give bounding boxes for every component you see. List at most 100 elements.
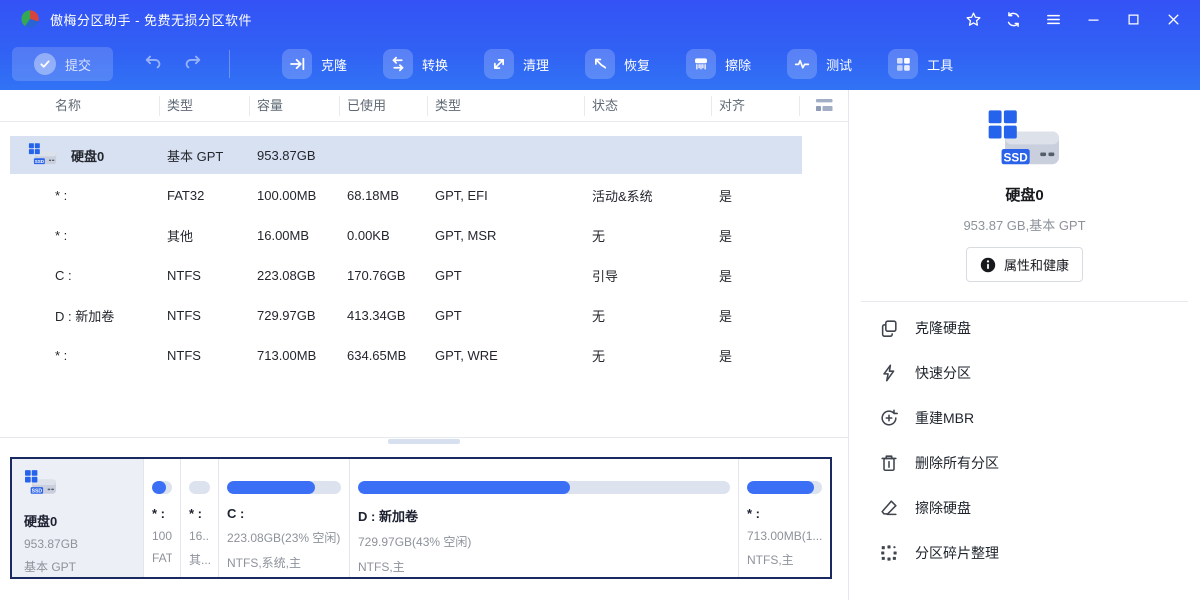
test-pulse-icon <box>787 49 817 79</box>
disk-map-partition-d[interactable]: D : 新加卷 729.97GB(43% 空闲) NTFS,主 <box>349 459 738 577</box>
action-label: 恢复 <box>624 55 650 74</box>
clean-action[interactable]: 清理 <box>478 45 555 83</box>
ssd-disk-icon-large <box>986 108 1064 176</box>
row-name: C : <box>0 268 160 283</box>
disk-map-partition[interactable]: * : 100... FAT... <box>143 459 180 577</box>
submit-label: 提交 <box>65 55 91 74</box>
maximize-icon[interactable] <box>1120 6 1146 32</box>
rebuild-mbr-icon <box>879 408 899 428</box>
column-header-status[interactable]: 状态 <box>585 96 712 116</box>
row-type: NTFS <box>160 348 250 363</box>
toolbar: 提交 克隆 <box>0 38 1200 90</box>
disk-map-partition-c[interactable]: C : 223.08GB(23% 空闲) NTFS,系统,主 <box>218 459 349 577</box>
window-title: 傲梅分区助手 - 免费无损分区软件 <box>50 10 252 29</box>
action-label: 测试 <box>826 55 852 74</box>
row-aligned: 是 <box>712 346 800 365</box>
convert-icon <box>383 49 413 79</box>
partition-label: * : <box>747 506 822 521</box>
table-row-partition[interactable]: * : NTFS 713.00MB 634.65MB GPT, WRE 无 是 <box>0 335 848 375</box>
partition-size: 729.97GB(43% 空闲) <box>358 533 730 550</box>
usage-bar <box>747 481 822 494</box>
row-capacity: 100.00MB <box>250 188 340 203</box>
lightning-icon <box>879 363 899 383</box>
submit-button[interactable]: 提交 <box>12 47 113 81</box>
action-label: 擦除 <box>725 55 751 74</box>
sidebar-item-clone-disk[interactable]: 克隆硬盘 <box>849 305 1200 350</box>
sidebar-item-label: 克隆硬盘 <box>915 318 971 338</box>
column-header-aligned[interactable]: 对齐 <box>712 96 800 116</box>
row-status: 无 <box>585 306 712 325</box>
disk-map-partition[interactable]: * : 713.00MB(1... NTFS,主 <box>738 459 830 577</box>
row-ptype: GPT <box>428 308 585 323</box>
row-type: 其他 <box>160 226 250 245</box>
clone-icon <box>282 49 312 79</box>
sidebar-item-label: 删除所有分区 <box>915 453 999 473</box>
table-row-disk0[interactable]: 硬盘0 基本 GPT 953.87GB <box>0 135 848 175</box>
sidebar-disk-name: 硬盘0 <box>1005 184 1043 205</box>
undo-button[interactable] <box>143 52 163 77</box>
minimize-icon[interactable] <box>1080 6 1106 32</box>
test-action[interactable]: 测试 <box>781 45 858 83</box>
properties-health-button[interactable]: 属性和健康 <box>966 247 1083 282</box>
sidebar-item-delete-all-partitions[interactable]: 删除所有分区 <box>849 440 1200 485</box>
table-row-partition[interactable]: * : 其他 16.00MB 0.00KB GPT, MSR 无 是 <box>0 215 848 255</box>
row-ptype: GPT, WRE <box>428 348 585 363</box>
partition-label: * : <box>189 506 210 521</box>
row-ptype: GPT <box>428 268 585 283</box>
menu-icon[interactable] <box>1040 6 1066 32</box>
row-used: 68.18MB <box>340 188 428 203</box>
sidebar-disk-info: 953.87 GB,基本 GPT <box>963 215 1085 234</box>
sidebar-item-quick-partition[interactable]: 快速分区 <box>849 350 1200 395</box>
erase-action[interactable]: 擦除 <box>680 45 757 83</box>
row-type: FAT32 <box>160 188 250 203</box>
update-sync-icon[interactable] <box>1000 6 1026 32</box>
disk-map-partition[interactable]: * : 16.... 其... <box>180 459 218 577</box>
table-row-partition-c[interactable]: C : NTFS 223.08GB 170.76GB GPT 引导 是 <box>0 255 848 295</box>
row-status: 无 <box>585 226 712 245</box>
redo-button[interactable] <box>183 52 203 77</box>
ssd-disk-icon <box>24 469 58 499</box>
column-header-used[interactable]: 已使用 <box>340 96 428 116</box>
row-aligned: 是 <box>712 266 800 285</box>
table-row-partition-d[interactable]: D : 新加卷 NTFS 729.97GB 413.34GB GPT 无 是 <box>0 295 848 335</box>
favorite-star-icon[interactable] <box>960 6 986 32</box>
row-aligned: 是 <box>712 226 800 245</box>
column-header-part-type[interactable]: 类型 <box>428 96 585 116</box>
close-icon[interactable] <box>1160 6 1186 32</box>
column-header-fs-type[interactable]: 类型 <box>160 96 250 116</box>
sidebar-item-defragment[interactable]: 分区碎片整理 <box>849 530 1200 575</box>
convert-action[interactable]: 转换 <box>377 45 454 83</box>
row-type: NTFS <box>160 308 250 323</box>
splitter-handle[interactable] <box>388 439 460 444</box>
table-row-partition[interactable]: * : FAT32 100.00MB 68.18MB GPT, EFI 活动&系… <box>0 175 848 215</box>
disk-map-panel: 硬盘0 953.87GB 基本 GPT * : 100... FAT... * … <box>10 457 832 579</box>
action-label: 清理 <box>523 55 549 74</box>
row-capacity: 729.97GB <box>250 308 340 323</box>
sidebar-item-wipe-disk[interactable]: 擦除硬盘 <box>849 485 1200 530</box>
column-header-capacity[interactable]: 容量 <box>250 96 340 116</box>
titlebar: 傲梅分区助手 - 免费无损分区软件 <box>0 0 1200 38</box>
partition-label: C : <box>227 506 341 521</box>
view-options-icon[interactable] <box>800 96 848 116</box>
row-ptype: GPT, MSR <box>428 228 585 243</box>
action-label: 克隆 <box>321 55 347 74</box>
app-logo-icon <box>20 9 40 29</box>
disk-size: 953.87GB <box>24 537 143 551</box>
header-zone: 傲梅分区助手 - 免费无损分区软件 <box>0 0 1200 90</box>
partition-size: 16.... <box>189 529 210 543</box>
row-aligned: 是 <box>712 306 800 325</box>
toolbar-separator <box>229 50 230 78</box>
restore-action[interactable]: 恢复 <box>579 45 656 83</box>
disk-map-disk-cell[interactable]: 硬盘0 953.87GB 基本 GPT <box>12 459 143 577</box>
row-type: 基本 GPT <box>160 146 250 165</box>
column-header-name[interactable]: 名称 <box>0 96 160 116</box>
row-capacity: 953.87GB <box>250 148 340 163</box>
sidebar-item-rebuild-mbr[interactable]: 重建MBR <box>849 395 1200 440</box>
action-label: 转换 <box>422 55 448 74</box>
partition-fs: NTFS,主 <box>358 558 730 575</box>
row-status: 引导 <box>585 266 712 285</box>
tools-action[interactable]: 工具 <box>882 45 959 83</box>
window-controls <box>960 6 1200 32</box>
row-name: 硬盘0 <box>71 146 104 165</box>
clone-action[interactable]: 克隆 <box>276 45 353 83</box>
